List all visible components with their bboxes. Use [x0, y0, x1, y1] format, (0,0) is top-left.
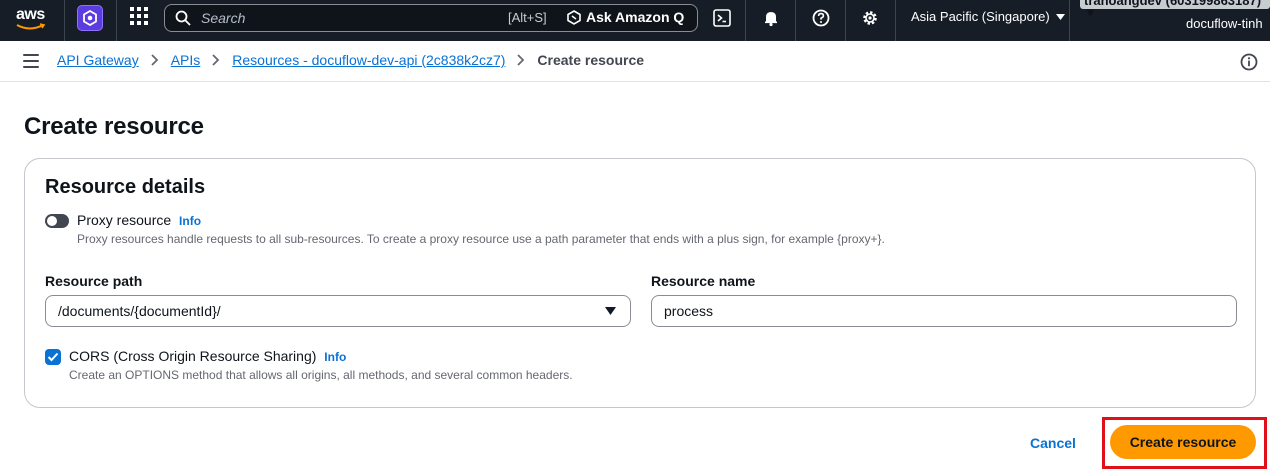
- aws-logo[interactable]: aws: [14, 5, 50, 33]
- caret-down-icon: [605, 307, 616, 315]
- breadcrumb-api-gateway[interactable]: API Gateway: [57, 52, 139, 68]
- breadcrumb: API Gateway APIs Resources - docuflow-de…: [57, 52, 644, 68]
- resource-name-field[interactable]: [651, 295, 1237, 327]
- region-label: Asia Pacific (Singapore): [911, 9, 1050, 24]
- aws-logo-text: aws: [16, 6, 45, 23]
- breadcrumb-bar: API Gateway APIs Resources - docuflow-de…: [0, 41, 1270, 82]
- settings-gear-icon[interactable]: [859, 7, 881, 29]
- apps-grid-icon[interactable]: [129, 6, 151, 28]
- breadcrumb-current: Create resource: [537, 52, 645, 68]
- caret-down-icon: ▼: [1084, 5, 1097, 20]
- chevron-right-icon: [517, 54, 525, 66]
- divider: [1069, 0, 1070, 41]
- checkmark-icon: [47, 352, 59, 362]
- api-gateway-service-icon[interactable]: [77, 5, 103, 31]
- account-alias: docuflow-tinh: [1186, 16, 1263, 31]
- cors-label: CORS (Cross Origin Resource Sharing): [69, 348, 317, 364]
- notifications-bell-icon[interactable]: [760, 7, 782, 29]
- divider: [895, 0, 896, 41]
- resource-path-select[interactable]: /documents/{documentId}/: [45, 295, 631, 327]
- resource-path-value: /documents/{documentId}/: [58, 303, 221, 319]
- resource-path-label: Resource path: [45, 273, 143, 289]
- cloudshell-icon[interactable]: [711, 7, 733, 29]
- amazon-q-icon: [567, 9, 581, 25]
- resource-name-input[interactable]: [664, 302, 1224, 320]
- resource-details-panel: Resource details Proxy resource Info Pro…: [24, 158, 1256, 408]
- cancel-button[interactable]: Cancel: [1020, 427, 1086, 459]
- page-title: Create resource: [24, 113, 204, 140]
- top-navigation: aws [Alt+S] Ask Amazo: [0, 0, 1270, 41]
- cors-info-link[interactable]: Info: [324, 350, 346, 364]
- cors-label-row: CORS (Cross Origin Resource Sharing) Inf…: [69, 348, 346, 364]
- chevron-right-icon: [212, 54, 220, 66]
- account-name: trahoangdev (603199863187): [1084, 0, 1262, 8]
- caret-down-icon: [1055, 13, 1065, 20]
- ask-amazon-q-label: Ask Amazon Q: [586, 9, 685, 25]
- aws-smile-icon: [16, 23, 46, 30]
- divider: [116, 0, 117, 41]
- divider: [795, 0, 796, 41]
- proxy-resource-toggle[interactable]: [45, 214, 69, 228]
- ask-amazon-q-button[interactable]: Ask Amazon Q: [567, 9, 684, 25]
- search-box[interactable]: [Alt+S] Ask Amazon Q: [164, 4, 698, 32]
- proxy-resource-label: Proxy resource: [77, 212, 172, 228]
- menu-hamburger-icon[interactable]: [23, 54, 39, 68]
- divider: [845, 0, 846, 41]
- account-menu[interactable]: trahoangdev (603199863187) ▼: [1080, 0, 1270, 19]
- search-icon: [175, 10, 191, 26]
- help-icon[interactable]: [810, 7, 832, 29]
- divider: [745, 0, 746, 41]
- proxy-resource-label-row: Proxy resource Info: [77, 212, 201, 228]
- breadcrumb-apis[interactable]: APIs: [171, 52, 201, 68]
- cors-checkbox[interactable]: [45, 349, 61, 365]
- breadcrumb-resources[interactable]: Resources - docuflow-dev-api (2c838k2cz7…: [232, 52, 505, 68]
- panel-title: Resource details: [45, 176, 206, 198]
- search-shortcut: [Alt+S]: [508, 10, 547, 25]
- divider: [64, 0, 65, 41]
- create-resource-button[interactable]: Create resource: [1110, 425, 1256, 459]
- region-selector[interactable]: Asia Pacific (Singapore): [911, 9, 1065, 24]
- proxy-info-link[interactable]: Info: [179, 214, 201, 228]
- cors-description: Create an OPTIONS method that allows all…: [69, 368, 573, 382]
- hexagon-icon: [83, 10, 97, 26]
- chevron-right-icon: [151, 54, 159, 66]
- proxy-resource-description: Proxy resources handle requests to all s…: [77, 232, 885, 246]
- search-input[interactable]: [201, 8, 501, 28]
- info-panel-icon[interactable]: [1240, 53, 1258, 71]
- resource-name-label: Resource name: [651, 273, 756, 289]
